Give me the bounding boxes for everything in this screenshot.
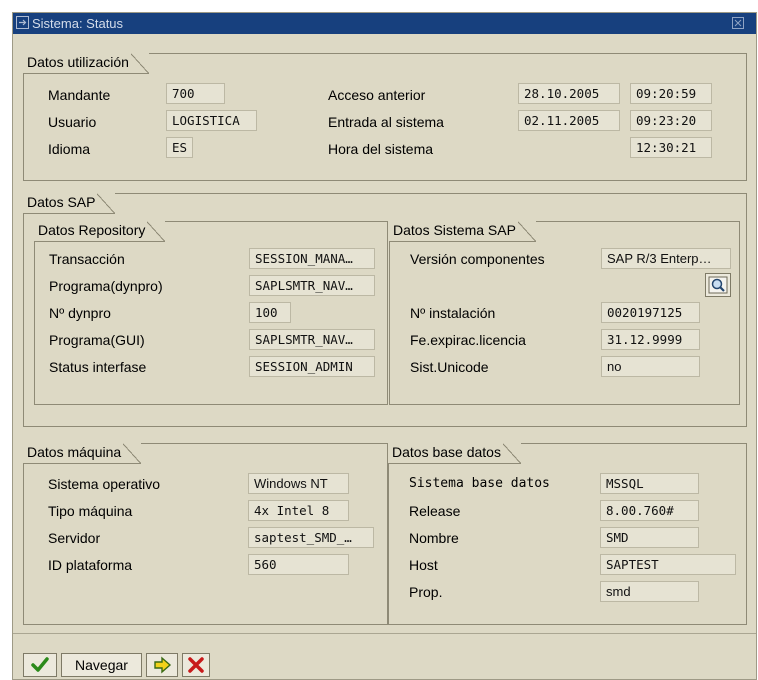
dynpro-label: Nº dynpro	[49, 305, 111, 321]
sistema-base-datos-label: Sistema base datos	[409, 476, 550, 491]
tipo-maquina-label: Tipo máquina	[48, 503, 133, 519]
servidor-label: Servidor	[48, 530, 101, 546]
release-label: Release	[409, 503, 461, 519]
datos-base-datos-panel: Datos base datos Sistema base datos MSSQ…	[388, 443, 747, 625]
datos-utilizacion-tab: Datos utilización	[23, 53, 149, 74]
close-icon[interactable]	[732, 17, 744, 29]
idioma-field[interactable]: ES	[166, 137, 193, 158]
host-label: Host	[409, 557, 438, 573]
servidor-field[interactable]: saptest_SMD_…	[248, 527, 374, 548]
mandante-label: Mandante	[48, 87, 111, 103]
version-componentes-field[interactable]: SAP R/3 Enterp…	[601, 248, 731, 269]
acceso-anterior-date[interactable]: 28.10.2005	[518, 83, 620, 104]
datos-sistema-sap-tab: Datos Sistema SAP	[389, 221, 536, 242]
instalacion-label: Nº instalación	[410, 305, 496, 321]
version-componentes-label: Versión componentes	[410, 251, 545, 267]
unicode-label: Sist.Unicode	[410, 359, 489, 375]
acceso-anterior-label: Acceso anterior	[328, 87, 426, 103]
window-title: Sistema: Status	[32, 16, 124, 31]
id-plataforma-field[interactable]: 560	[248, 554, 349, 575]
release-field[interactable]: 8.00.760#	[600, 500, 699, 521]
idioma-label: Idioma	[48, 141, 91, 157]
forward-button[interactable]	[146, 653, 178, 677]
datos-base-datos-tab: Datos base datos	[388, 443, 521, 464]
programa-gui-field[interactable]: SAPLSMTR_NAV…	[249, 329, 375, 350]
prop-label: Prop.	[409, 584, 443, 600]
datos-repository-tab: Datos Repository	[34, 221, 166, 242]
dynpro-field[interactable]: 100	[249, 302, 291, 323]
transaccion-field[interactable]: SESSION_MANA…	[249, 248, 375, 269]
usuario-label: Usuario	[48, 114, 97, 130]
cancel-button[interactable]	[182, 653, 210, 677]
sistema-base-datos-field[interactable]: MSSQL	[600, 473, 699, 494]
status-interfase-field[interactable]: SESSION_ADMIN	[249, 356, 375, 377]
nombre-field[interactable]: SMD	[600, 527, 699, 548]
entrada-sistema-label: Entrada al sistema	[328, 114, 444, 130]
status-dialog: Sistema: Status Datos utilización Mandan…	[12, 12, 757, 680]
arrow-right-icon	[154, 656, 172, 674]
mandante-field[interactable]: 700	[166, 83, 225, 104]
navegar-button[interactable]: Navegar	[61, 653, 142, 677]
datos-repository-panel: Datos Repository Transacción SESSION_MAN…	[34, 221, 388, 405]
status-interfase-label: Status interfase	[49, 359, 147, 375]
datos-sap-panel: Datos SAP Datos Repository Transacción S…	[23, 193, 747, 427]
title-bar: Sistema: Status	[13, 13, 756, 34]
sistema-operativo-field[interactable]: Windows NT	[248, 473, 349, 494]
hora-sistema-label: Hora del sistema	[328, 141, 434, 157]
prop-field[interactable]: smd	[600, 581, 699, 602]
expiracion-licencia-field[interactable]: 31.12.9999	[601, 329, 700, 350]
tipo-maquina-field[interactable]: 4x Intel 8	[248, 500, 349, 521]
datos-maquina-panel: Datos máquina Sistema operativo Windows …	[23, 443, 388, 625]
magnifier-icon	[708, 276, 728, 294]
acceso-anterior-time[interactable]: 09:20:59	[630, 83, 712, 104]
sistema-operativo-label: Sistema operativo	[48, 476, 161, 492]
datos-sistema-sap-panel: Datos Sistema SAP Versión componentes SA…	[389, 221, 740, 405]
toolbar-separator	[13, 633, 756, 634]
datos-maquina-tab: Datos máquina	[23, 443, 142, 464]
confirm-button[interactable]	[23, 653, 57, 677]
nombre-label: Nombre	[409, 530, 459, 546]
window-menu-icon[interactable]	[16, 16, 29, 29]
unicode-field[interactable]: no	[601, 356, 700, 377]
usuario-field[interactable]: LOGISTICA	[166, 110, 257, 131]
programa-dynpro-label: Programa(dynpro)	[49, 278, 163, 294]
close-x-icon	[188, 657, 204, 673]
datos-utilizacion-panel: Datos utilización Mandante 700 Usuario L…	[23, 53, 747, 181]
details-button[interactable]	[705, 273, 731, 297]
id-plataforma-label: ID plataforma	[48, 557, 133, 573]
hora-sistema-field[interactable]: 12:30:21	[630, 137, 712, 158]
host-field[interactable]: SAPTEST	[600, 554, 736, 575]
transaccion-label: Transacción	[49, 251, 125, 267]
entrada-sistema-time[interactable]: 09:23:20	[630, 110, 712, 131]
programa-gui-label: Programa(GUI)	[49, 332, 145, 348]
programa-dynpro-field[interactable]: SAPLSMTR_NAV…	[249, 275, 375, 296]
instalacion-field[interactable]: 0020197125	[601, 302, 700, 323]
datos-sap-tab: Datos SAP	[23, 193, 116, 214]
entrada-sistema-date[interactable]: 02.11.2005	[518, 110, 620, 131]
checkmark-icon	[31, 657, 49, 672]
expiracion-licencia-label: Fe.expirac.licencia	[410, 332, 526, 348]
